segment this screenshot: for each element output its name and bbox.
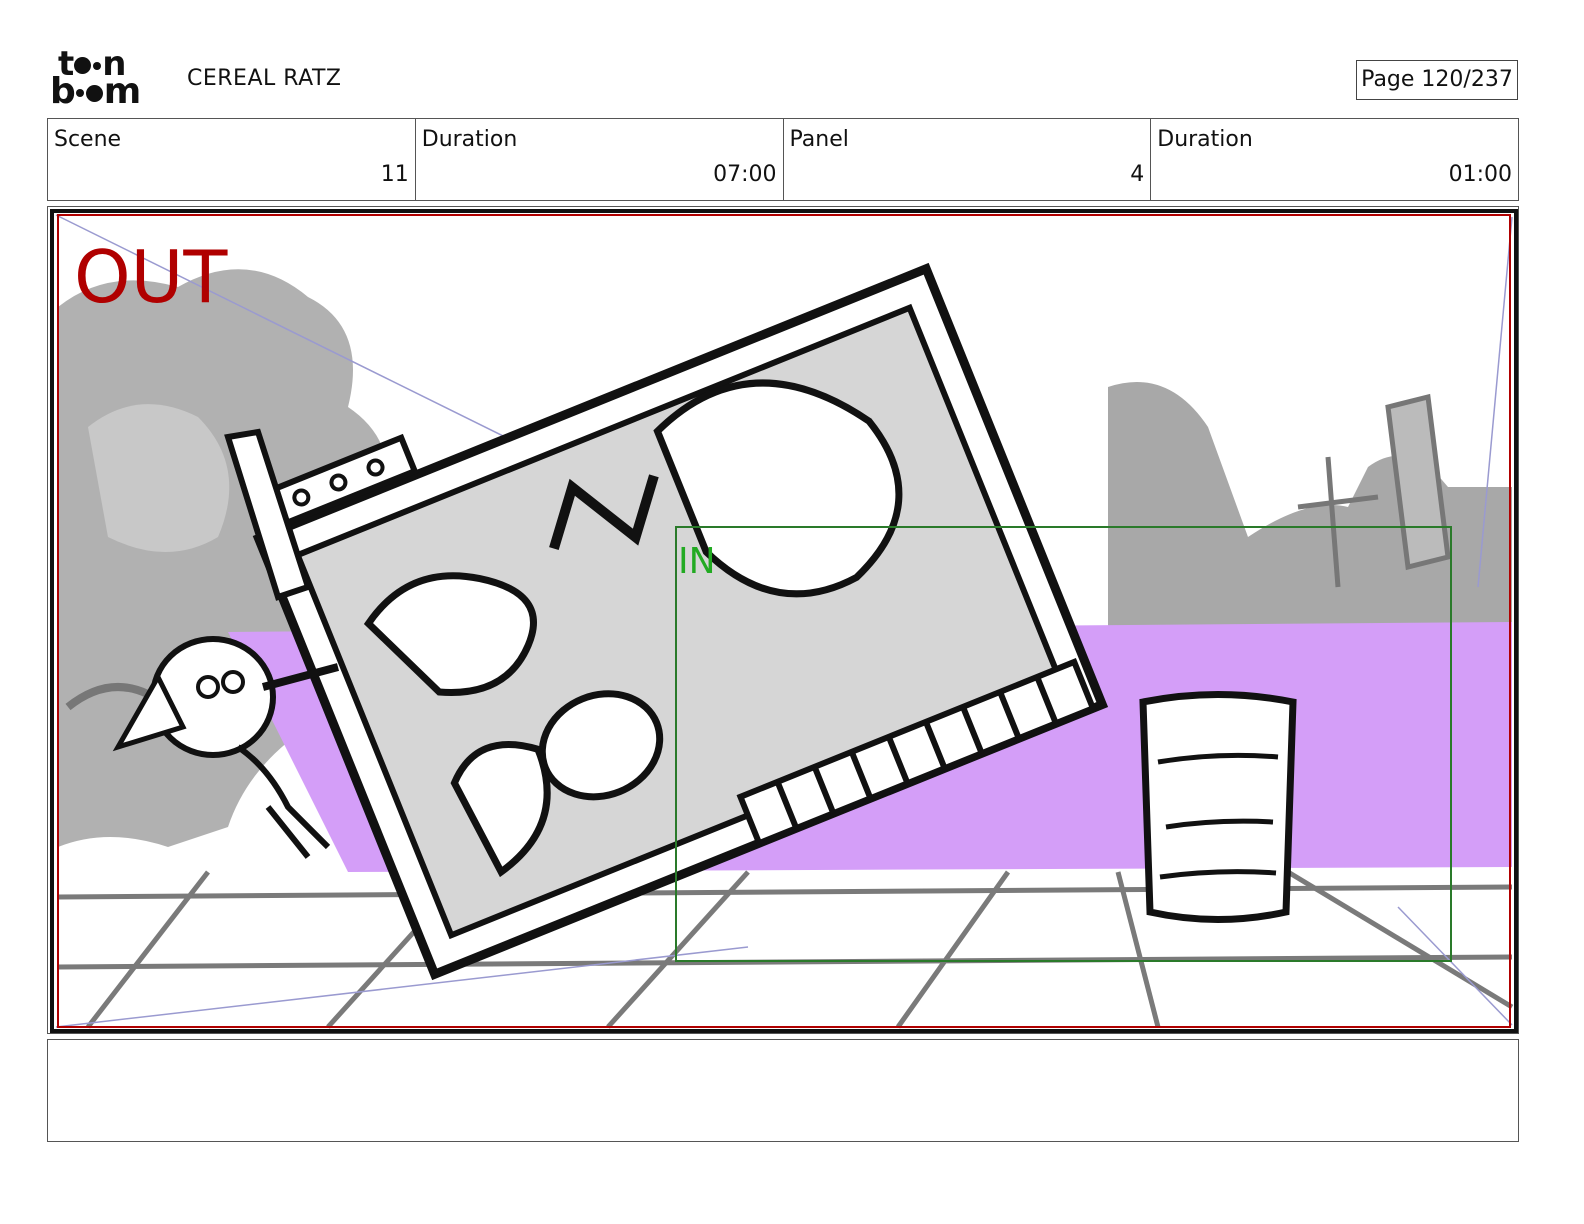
logo-line-2: bm bbox=[50, 71, 141, 112]
scene-duration-label: Duration bbox=[421, 127, 518, 152]
out-label: OUT bbox=[74, 235, 228, 319]
storyboard-panel: OUT IN bbox=[47, 206, 1519, 1034]
panel-duration-value: 01:00 bbox=[1448, 162, 1512, 187]
panel-label: Panel bbox=[789, 127, 849, 152]
trash-can bbox=[1139, 691, 1297, 923]
scene-duration-value: 07:00 bbox=[713, 162, 777, 187]
page-counter: Page 120/237 bbox=[1356, 60, 1518, 100]
project-title: CEREAL RATZ bbox=[187, 66, 342, 91]
scene-duration-cell: Duration 07:00 bbox=[416, 119, 784, 200]
panel-duration-label: Duration bbox=[1157, 127, 1253, 152]
scene-label: Scene bbox=[54, 127, 122, 152]
scene-cell: Scene 11 bbox=[48, 119, 416, 200]
panel-cell: Panel 4 bbox=[784, 119, 1152, 200]
panel-notes-box[interactable] bbox=[47, 1039, 1519, 1142]
panel-duration-cell: Duration 01:00 bbox=[1151, 119, 1518, 200]
scene-value: 11 bbox=[380, 162, 409, 187]
panel-info-row: Scene 11 Duration 07:00 Panel 4 Duration… bbox=[47, 118, 1519, 201]
panel-value: 4 bbox=[1130, 162, 1145, 187]
toon-boom-logo: tn bm bbox=[50, 47, 166, 112]
in-label: IN bbox=[678, 541, 716, 582]
panel-drawing: OUT IN bbox=[50, 209, 1518, 1033]
